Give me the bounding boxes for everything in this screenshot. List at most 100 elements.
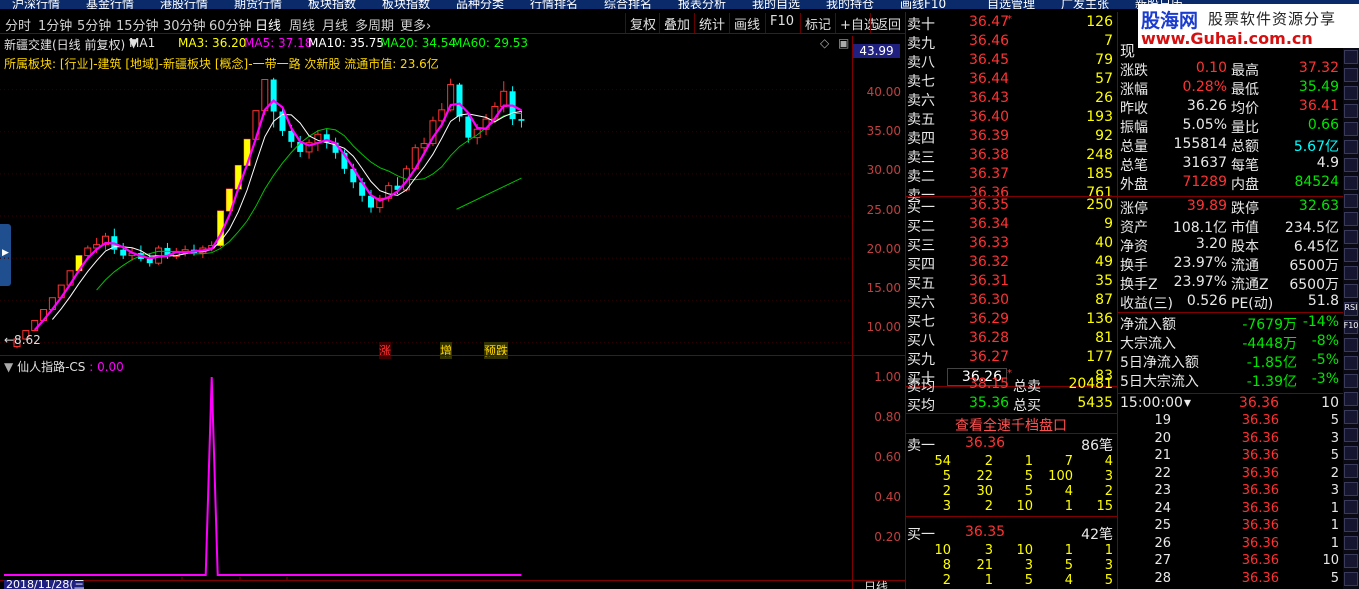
event-tag-increase[interactable]: 增 (440, 342, 453, 359)
top-menu-item[interactable]: 品种分类 (456, 0, 504, 9)
tool-icon[interactable] (1344, 482, 1358, 496)
tool-icon[interactable] (1344, 194, 1358, 208)
sells-row[interactable]: 卖二 36.37 185 (905, 166, 1117, 185)
adjust-button[interactable]: 复权 (625, 13, 660, 33)
top-menu-item[interactable]: 综合排名 (604, 0, 652, 9)
tool-icon[interactable] (1344, 536, 1358, 550)
tool-icon[interactable] (1344, 104, 1358, 118)
tool-icon[interactable] (1344, 572, 1358, 586)
view-full-depth-button[interactable]: 查看全速千档盘口 (905, 415, 1117, 434)
period-tab-daily[interactable]: 日线 (255, 15, 281, 34)
indicator-chart[interactable] (0, 370, 852, 580)
period-tab-multi[interactable]: 多周期 (355, 15, 394, 34)
tool-icon[interactable] (1344, 140, 1358, 154)
top-menu-item[interactable]: 我的持仓 (826, 0, 874, 9)
tool-icon[interactable] (1344, 374, 1358, 388)
tool-icon[interactable] (1344, 122, 1358, 136)
tool-icon[interactable] (1344, 356, 1358, 370)
order-book: 卖十 36.47 126 卖九 36.46 7 卖八 36.45 79 卖七 36.44 57 卖六 36… (905, 12, 1117, 589)
tick-row: 25 36.36 1 (1118, 518, 1343, 537)
indicator-tick: 0.60 (874, 450, 901, 464)
period-tab-15min[interactable]: 15分钟 (116, 15, 159, 34)
buys-row[interactable]: 买九 36.27 177 (905, 349, 1117, 368)
buys-row[interactable]: 买一 36.35 250 (905, 197, 1117, 216)
mark-button[interactable]: 标记 (800, 13, 835, 33)
event-tag-rise[interactable]: 涨 (379, 342, 392, 359)
level-price: 36.33 (969, 235, 1010, 251)
quote-row: 换手Z 23.97% 流通Z 6500万 (1118, 274, 1343, 293)
candlestick-chart[interactable] (0, 56, 852, 354)
period-tab-5min[interactable]: 5分钟 (77, 15, 111, 34)
sells-row[interactable]: 卖七 36.44 57 (905, 71, 1117, 90)
sells-row[interactable]: 卖九 36.46 7 (905, 33, 1117, 52)
queue-cell: 2 (984, 454, 993, 469)
buys-row[interactable]: 买二 36.34 9 (905, 216, 1117, 235)
buys-row[interactable]: 买五 36.31 35 (905, 273, 1117, 292)
tool-icon[interactable] (1344, 338, 1358, 352)
sells-row[interactable]: 卖八 36.45 79 (905, 52, 1117, 71)
tool-icon[interactable] (1344, 500, 1358, 514)
rsi-tool-label[interactable]: RSI (1343, 303, 1359, 312)
queue-cell: 4 (1064, 573, 1073, 588)
top-menu-item[interactable]: 基金行情 (86, 0, 134, 9)
tool-icon[interactable] (1344, 518, 1358, 532)
buys-row[interactable]: 买八 36.28 81 (905, 330, 1117, 349)
f10-button[interactable]: F10 (765, 13, 798, 33)
tool-icon[interactable] (1344, 410, 1358, 424)
tool-icon[interactable] (1344, 230, 1358, 244)
tool-icon[interactable] (1344, 50, 1358, 64)
top-menu-item[interactable]: 行情排名 (530, 0, 578, 9)
top-menu-item[interactable]: 广发主张 (1061, 0, 1109, 9)
tool-icon[interactable] (1344, 176, 1358, 190)
level-volume: 177 (1086, 349, 1113, 365)
tool-icon[interactable] (1344, 212, 1358, 226)
top-menu-item[interactable]: 港股行情 (160, 0, 208, 9)
top-menu-item[interactable]: 报表分析 (678, 0, 726, 9)
tool-icon[interactable] (1344, 428, 1358, 442)
tool-icon[interactable] (1344, 86, 1358, 100)
tool-icon[interactable] (1344, 392, 1358, 406)
tool-icon[interactable] (1344, 284, 1358, 298)
diamond-icon[interactable]: ◇ (820, 36, 829, 50)
top-menu-item[interactable]: 我的自选 (752, 0, 800, 9)
tool-icon[interactable] (1344, 266, 1358, 280)
buys-row[interactable]: 买四 36.32 49 (905, 254, 1117, 273)
level-label: 卖五 (907, 112, 935, 128)
back-button[interactable]: 返回 (870, 13, 905, 33)
sells-row[interactable]: 卖五 36.40 193 (905, 109, 1117, 128)
f10-tool-label[interactable]: F10 (1343, 321, 1359, 330)
top-menu-item[interactable]: 期货行情 (234, 0, 282, 9)
overlay-button[interactable]: 叠加 (659, 13, 694, 33)
buys-row[interactable]: 买七 36.29 136 (905, 311, 1117, 330)
period-tab-1min[interactable]: 1分钟 (38, 15, 72, 34)
top-menu-item[interactable]: 自选管理 (987, 0, 1035, 9)
tool-icon[interactable] (1344, 68, 1358, 82)
period-tab-30min[interactable]: 30分钟 (163, 15, 206, 34)
sells-row[interactable]: 卖四 36.39 92 (905, 128, 1117, 147)
event-tag-forecast[interactable]: 预跌 (484, 342, 509, 359)
period-tab-more[interactable]: 更多› (400, 15, 431, 34)
period-tab-weekly[interactable]: 周线 (289, 15, 315, 34)
draw-button[interactable]: 画线 (729, 13, 764, 33)
period-tab-intraday[interactable]: 分时 (5, 15, 31, 34)
stats-button[interactable]: 统计 (694, 13, 729, 33)
triangle-down-icon[interactable]: ▾ (1184, 395, 1191, 411)
top-menu-item[interactable]: 沪深行情 (12, 0, 60, 9)
tool-icon[interactable] (1344, 446, 1358, 460)
top-menu-item[interactable]: 板块指数 (382, 0, 430, 9)
top-menu-item[interactable]: 板块指数 (308, 0, 356, 9)
tool-icon[interactable] (1344, 158, 1358, 172)
sells-row[interactable]: 卖三 36.38 248 (905, 147, 1117, 166)
tool-icon[interactable] (1344, 464, 1358, 478)
window-toggle-icon[interactable]: ▣ (838, 36, 849, 50)
sells-row[interactable]: 卖六 36.43 26 (905, 90, 1117, 109)
period-tab-60min[interactable]: 60分钟 (209, 15, 252, 34)
buys-row[interactable]: 买六 36.30 87 (905, 292, 1117, 311)
ma60-value: MA60: 29.53 (452, 36, 529, 50)
period-tab-monthly[interactable]: 月线 (322, 15, 348, 34)
tool-icon[interactable] (1344, 248, 1358, 262)
tool-icon[interactable] (1344, 554, 1358, 568)
top-menu-item[interactable]: 画线F10 (900, 0, 946, 9)
buys-row[interactable]: 买三 36.33 40 (905, 235, 1117, 254)
candle (465, 114, 472, 143)
